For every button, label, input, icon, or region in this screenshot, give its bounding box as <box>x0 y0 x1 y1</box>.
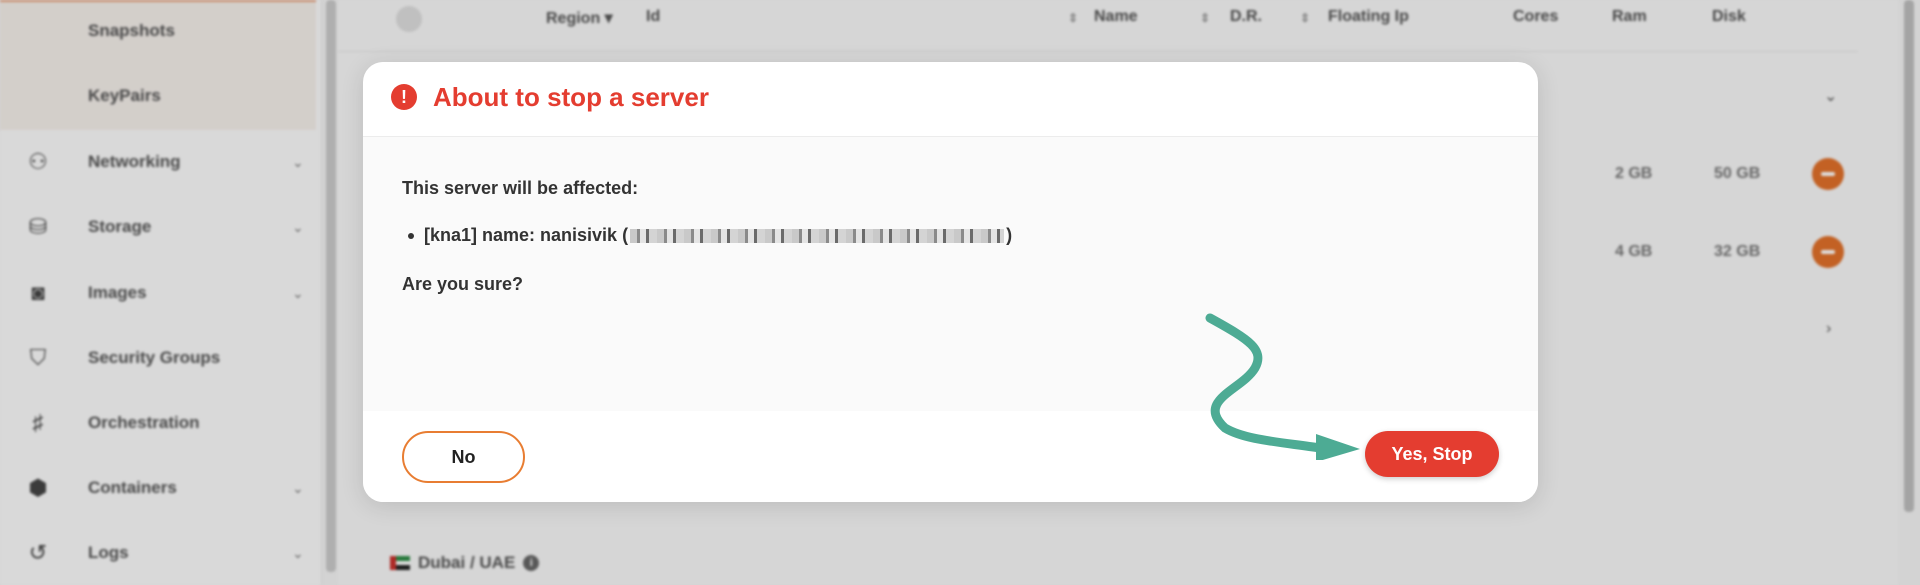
redacted-server-id <box>630 228 1005 243</box>
confirmation-question: Are you sure? <box>402 274 524 294</box>
server-name-text: [kna1] name: nanisivik ( <box>424 225 629 245</box>
warning-icon: ! <box>391 84 417 110</box>
dialog-header: ! About to stop a server <box>363 62 1538 137</box>
yes-stop-button[interactable]: Yes, Stop <box>1365 431 1499 477</box>
dialog-title: About to stop a server <box>433 82 709 112</box>
server-item-suffix: ) <box>1006 225 1013 245</box>
affected-server-item: [kna1] name: nanisivik ( ) <box>408 225 1012 246</box>
annotation-arrow-icon <box>1205 313 1360 460</box>
bullet-icon <box>408 232 414 239</box>
no-button[interactable]: No <box>402 431 525 483</box>
dialog-intro-text: This server will be affected: <box>402 178 639 198</box>
